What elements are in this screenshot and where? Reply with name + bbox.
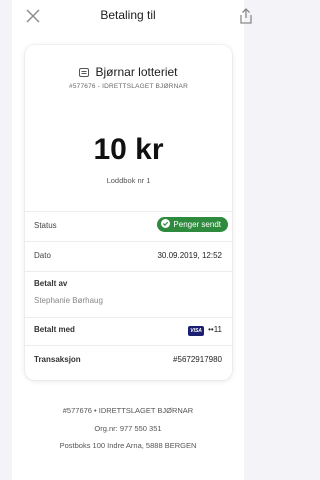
paid-by-value: Stephanie Børhaug bbox=[34, 296, 103, 305]
receipt-card: Bjørnar lotteriet #577676 - IDRETTSLAGET… bbox=[25, 45, 232, 380]
paid-with-label: Betalt med bbox=[34, 325, 75, 334]
card-last-digits: ••11 bbox=[208, 325, 222, 334]
transaction-value: #5672917980 bbox=[173, 355, 222, 364]
footer-org-line: #577676 • IDRETTSLAGET BJØRNAR bbox=[62, 406, 194, 415]
date-label: Dato bbox=[34, 251, 51, 260]
paid-by-label: Betalt av bbox=[34, 279, 68, 288]
footer-address-line: Postboks 100 Indre Arna, 5888 BERGEN bbox=[59, 441, 197, 450]
divider bbox=[25, 317, 232, 318]
divider bbox=[25, 241, 232, 242]
divider bbox=[25, 345, 232, 346]
share-icon[interactable] bbox=[238, 7, 254, 25]
merchant-name: Bjørnar lotteriet bbox=[95, 65, 178, 79]
merchant-name-row: Bjørnar lotteriet bbox=[25, 65, 232, 79]
payment-description: Loddbok nr 1 bbox=[106, 176, 151, 185]
card-info: VISA ••11 bbox=[188, 325, 222, 336]
shop-icon bbox=[79, 68, 90, 77]
date-row: Dato 30.09.2019, 12:52 bbox=[34, 246, 222, 266]
status-badge: Penger sendt bbox=[157, 217, 228, 232]
status-row: Status Penger sendt bbox=[34, 216, 228, 236]
date-value: 30.09.2019, 12:52 bbox=[157, 251, 222, 260]
divider bbox=[25, 271, 232, 272]
transaction-label: Transaksjon bbox=[34, 355, 81, 364]
page-title: Betaling til bbox=[100, 8, 156, 22]
payment-amount: 10 kr bbox=[93, 133, 164, 166]
status-value: Penger sendt bbox=[173, 220, 221, 229]
visa-card-icon: VISA bbox=[188, 326, 205, 336]
top-bar: Betaling til bbox=[0, 0, 256, 36]
divider bbox=[25, 211, 232, 212]
transaction-row: Transaksjon #5672917980 bbox=[34, 350, 222, 370]
footer-orgnr-line: Org.nr: 977 550 351 bbox=[94, 424, 162, 433]
check-icon bbox=[161, 219, 171, 228]
merchant-subtitle: #577676 - IDRETTSLAGET BJØRNAR bbox=[69, 83, 188, 90]
paid-by-row: Betalt av bbox=[34, 274, 222, 294]
status-label: Status bbox=[34, 221, 57, 230]
paid-with-row: Betalt med VISA ••11 bbox=[34, 320, 222, 340]
